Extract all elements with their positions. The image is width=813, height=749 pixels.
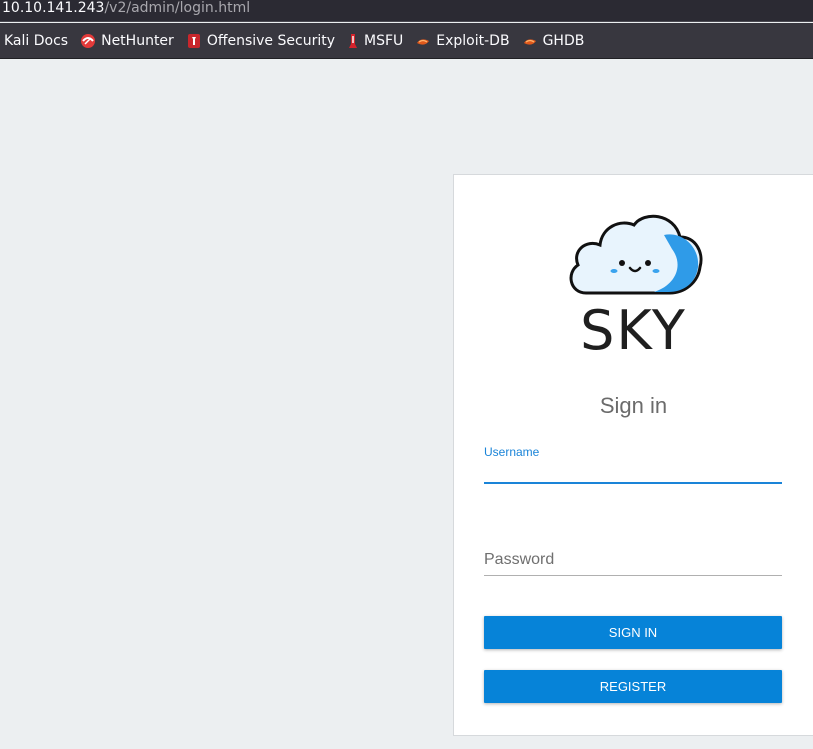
cloud-logo-icon — [569, 214, 703, 295]
bookmark-label: GHDB — [542, 32, 585, 49]
bookmark-label: Offensive Security — [206, 32, 335, 49]
exploit-db-icon — [417, 38, 430, 45]
sign-in-button[interactable]: SIGN IN — [484, 616, 782, 649]
bookmark-label: MSFU — [364, 32, 404, 49]
bookmark-ghdb[interactable]: GHDB — [522, 32, 585, 49]
password-field — [484, 544, 782, 576]
bookmarks-toolbar: Kali Docs NetHunter Offensive Security M… — [0, 23, 813, 59]
ghdb-icon — [523, 38, 536, 45]
login-card: SKY Sign in Username SIGN IN REGISTER — [453, 174, 813, 736]
nethunter-icon — [81, 33, 96, 48]
bookmark-kali-docs[interactable]: Kali Docs — [4, 33, 68, 49]
register-button[interactable]: REGISTER — [484, 670, 782, 703]
page-title: Sign in — [599, 393, 668, 418]
username-input[interactable] — [484, 462, 782, 484]
bookmark-msfu[interactable]: MSFU — [347, 33, 403, 49]
bookmark-label: Kali Docs — [4, 32, 69, 49]
url-path: /v2/admin/login.html — [104, 0, 251, 16]
bookmark-exploit-db[interactable]: Exploit-DB — [415, 32, 510, 49]
username-field: Username — [484, 445, 782, 487]
bookmark-offensive-security[interactable]: Offensive Security — [186, 33, 335, 49]
page-content: SKY Sign in Username SIGN IN REGISTER — [0, 59, 813, 749]
brand-wordmark: SKY — [580, 299, 687, 362]
bookmark-nethunter[interactable]: NetHunter — [80, 33, 174, 49]
address-bar[interactable]: 10.10.141.243/v2/admin/login.html — [0, 0, 813, 22]
username-label: Username — [484, 445, 540, 459]
bookmark-label: NetHunter — [101, 32, 174, 49]
offensive-security-icon — [187, 33, 200, 48]
url-host: 10.10.141.243 — [2, 0, 105, 16]
password-input[interactable] — [484, 544, 782, 576]
msfu-icon — [349, 33, 357, 48]
bookmark-label: Exploit-DB — [436, 32, 510, 49]
